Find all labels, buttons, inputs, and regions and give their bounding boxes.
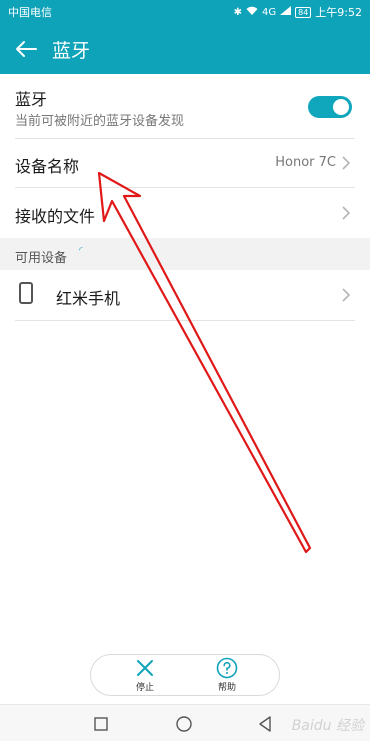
baidu-watermark: Baidu 经验 [291, 718, 364, 734]
network-type-label: 4G [261, 6, 277, 18]
clock-label: 上午9:52 [315, 6, 362, 19]
help-label: 帮助 [217, 683, 236, 693]
wifi-icon [246, 6, 258, 18]
device-name-row[interactable]: 设备名称 Honor 7C [0, 139, 370, 187]
bottom-action-bar: 停止 帮助 [90, 654, 280, 696]
battery-icon: 84 [295, 6, 312, 18]
signal-icon [280, 6, 292, 18]
available-devices-header: 可用设备 ◜ [0, 238, 370, 270]
received-files-row[interactable]: 接收的文件 [0, 188, 370, 238]
app-bar: 蓝牙 [0, 24, 370, 74]
divider [15, 320, 355, 321]
scanning-indicator-icon: ◜ [79, 246, 83, 256]
back-arrow-icon [16, 41, 37, 57]
device-name-label: 设备名称 [15, 157, 80, 176]
bluetooth-toggle-row[interactable]: 蓝牙 当前可被附近的蓝牙设备发现 [0, 74, 370, 138]
switch-knob [333, 99, 349, 115]
stop-label: 停止 [135, 683, 154, 693]
bluetooth-description: 当前可被附近的蓝牙设备发现 [15, 114, 185, 129]
bluetooth-icon: ✱ [233, 6, 242, 18]
stop-button[interactable]: 停止 [115, 657, 175, 695]
device-name-value: Honor 7C [275, 155, 336, 170]
help-button[interactable]: 帮助 [197, 657, 257, 695]
received-files-label: 接收的文件 [15, 207, 96, 226]
status-bar: 中国电信 ✱ 4G 84 上午9:52 [0, 0, 370, 24]
bluetooth-label: 蓝牙 [15, 90, 48, 109]
status-icons: ✱ 4G 84 上午9:52 [234, 4, 362, 20]
back-button[interactable] [0, 24, 52, 74]
phone-icon [19, 282, 33, 304]
chevron-right-icon [342, 156, 351, 170]
recents-button[interactable] [94, 717, 108, 731]
device-item-name: 红米手机 [56, 289, 121, 308]
back-nav-button[interactable] [258, 716, 272, 732]
available-devices-title: 可用设备 [15, 251, 68, 266]
help-icon [216, 657, 238, 679]
carrier-label: 中国电信 [8, 6, 52, 19]
home-button[interactable] [176, 716, 192, 732]
close-icon [137, 660, 153, 676]
device-item[interactable]: 红米手机 [0, 270, 370, 320]
chevron-right-icon [342, 206, 351, 220]
chevron-right-icon [342, 288, 351, 302]
bluetooth-switch[interactable] [308, 96, 352, 118]
page-title: 蓝牙 [52, 39, 91, 62]
